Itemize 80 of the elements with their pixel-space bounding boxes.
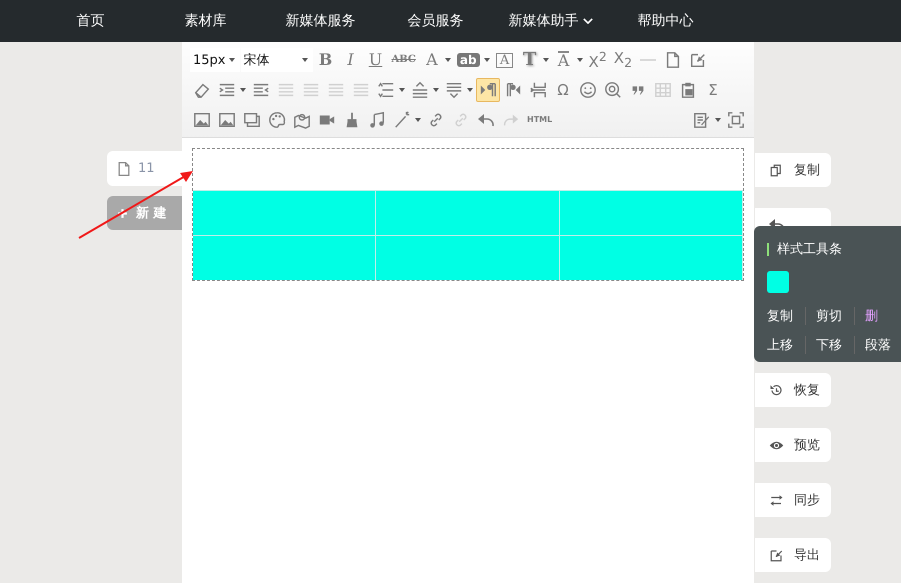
toolbar-button[interactable]: B: [314, 48, 338, 72]
align-icon: [302, 81, 320, 99]
horizontal-rule-icon: [639, 58, 658, 62]
side-button[interactable]: 同步: [755, 483, 831, 517]
toolbar-button[interactable]: ABC: [388, 48, 419, 72]
toolbar-button[interactable]: A: [492, 48, 517, 72]
nav-link[interactable]: 素材库: [148, 0, 263, 42]
side-button[interactable]: 复制: [755, 153, 831, 187]
align-icon: [352, 81, 370, 99]
toolbar-button[interactable]: T: [518, 48, 542, 72]
text-direction-icon: [479, 81, 497, 99]
frames-icon: [243, 111, 261, 129]
table-cell[interactable]: [560, 190, 743, 235]
toolbar-button[interactable]: I: [338, 48, 362, 72]
panel-title: 样式工具条: [777, 241, 842, 258]
palette-icon: [268, 111, 286, 129]
magic-wand-icon: [393, 111, 411, 129]
image-icon: [218, 111, 236, 129]
side-button[interactable]: 恢复: [755, 373, 831, 407]
plus-icon: [117, 208, 128, 218]
template-icon: [693, 111, 711, 129]
toolbar-button[interactable]: U: [364, 48, 388, 72]
paragraph-spacing-icon: [445, 81, 463, 99]
map-pin-icon: [293, 111, 311, 129]
action-link[interactable]: 删: [865, 306, 890, 324]
fullscreen-icon: [727, 111, 745, 129]
page-break-icon: [529, 81, 547, 99]
smiley-icon: [579, 81, 597, 99]
side-button[interactable]: 预览: [755, 428, 831, 462]
action-link[interactable]: 剪切: [816, 306, 855, 324]
dropdown-select[interactable]: 宋体: [240, 48, 312, 72]
table-cell[interactable]: [376, 235, 560, 280]
toolbar-button[interactable]: A: [552, 48, 576, 72]
side-button[interactable]: 导出: [755, 538, 831, 572]
action-link[interactable]: 上移: [767, 336, 806, 354]
export-icon: [689, 51, 708, 69]
toolbar-button[interactable]: HTML: [524, 108, 556, 132]
toolbar-button[interactable]: X$^{2}$: [586, 48, 610, 72]
outdent-icon: [252, 81, 270, 99]
sync-arrows-icon: [769, 492, 784, 508]
caret-icon: [228, 58, 234, 62]
align-icon: [327, 81, 345, 99]
document-icon: [116, 160, 132, 176]
nav-link[interactable]: 首页: [33, 0, 148, 42]
nav-link[interactable]: 会员服务: [378, 0, 493, 42]
copy-icon: [769, 162, 784, 178]
undo-icon: [478, 114, 494, 126]
paragraph-spacing-icon: [411, 81, 429, 99]
table-icon: [654, 81, 672, 99]
table-cell[interactable]: [560, 235, 743, 280]
toolbar-button[interactable]: X$_{2}$: [610, 48, 636, 72]
table-cell[interactable]: [376, 190, 560, 235]
toolbar-button[interactable]: ab: [454, 48, 483, 72]
action-link[interactable]: 下移: [816, 336, 855, 354]
music-note-icon: [368, 111, 386, 129]
table-cell[interactable]: [193, 235, 376, 280]
align-icon: [277, 81, 295, 99]
caret-icon: [302, 58, 308, 62]
toolbar-button[interactable]: Ω: [551, 78, 575, 102]
dropdown-select[interactable]: 15px: [190, 48, 240, 72]
table-cell[interactable]: [193, 190, 376, 235]
line-height-icon: [377, 81, 395, 99]
action-link[interactable]: 段落: [865, 336, 901, 354]
paste-icon: [679, 81, 697, 99]
nav-link[interactable]: 帮助中心: [608, 0, 723, 42]
toolbar-button[interactable]: A: [420, 48, 444, 72]
color-swatch[interactable]: [767, 271, 789, 293]
eraser-icon: [193, 81, 211, 99]
toolbar-button[interactable]: [476, 78, 500, 102]
image-icon: [193, 111, 211, 129]
indent-icon: [218, 81, 236, 99]
export-icon: [769, 548, 784, 562]
nav-link[interactable]: 新媒体助手: [493, 0, 608, 42]
nav-link[interactable]: 新媒体服务: [263, 0, 378, 42]
accent-bar: [767, 242, 769, 256]
history-icon: [769, 382, 784, 398]
search-icon: [604, 81, 622, 99]
action-link[interactable]: 复制: [767, 306, 806, 324]
toolbar-button[interactable]: Σ: [701, 78, 725, 102]
text-direction-icon: [504, 81, 522, 99]
